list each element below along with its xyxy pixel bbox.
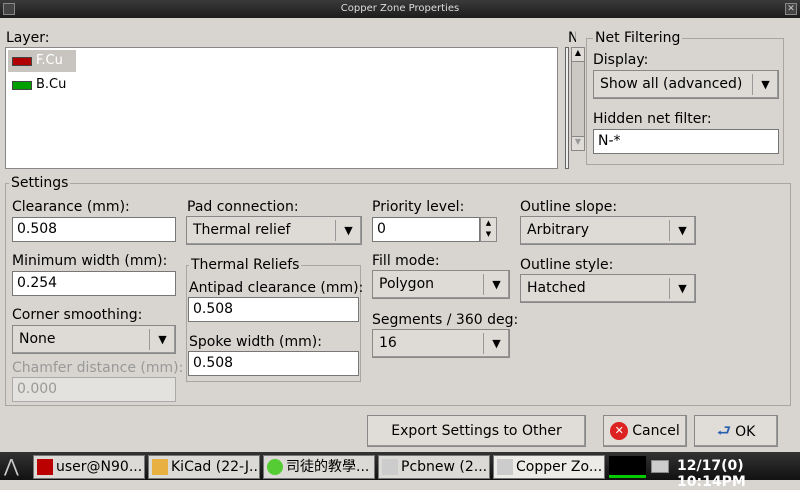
hidden-filter-label: Hidden net filter: xyxy=(593,111,712,127)
layer-item-bcu[interactable]: B.Cu xyxy=(8,74,66,96)
chevron-down-icon: ▼ xyxy=(483,274,509,295)
window-menu-button[interactable] xyxy=(3,3,15,15)
priority-spinner[interactable]: ▲ ▼ xyxy=(480,217,497,242)
net-filtering-group: Net Filtering Display: Show all (advance… xyxy=(586,30,784,165)
layer-name: F.Cu xyxy=(36,53,63,68)
scrollbar[interactable]: ▲ ▼ xyxy=(571,47,585,151)
export-settings-button[interactable]: Export Settings to Other Zones xyxy=(367,415,586,469)
layer-color-swatch xyxy=(12,81,32,90)
layer-list[interactable]: F.Cu B.Cu xyxy=(5,47,558,169)
task-label: Pcbnew (2... xyxy=(401,459,488,475)
outline-style-value: Hatched xyxy=(527,280,586,296)
antipad-input[interactable]: 0.508 xyxy=(188,297,359,322)
layer-label: Layer: xyxy=(6,30,50,46)
ok-button[interactable]: ⮐ OK xyxy=(694,415,778,447)
chevron-down-icon: ▼ xyxy=(483,333,509,354)
spoke-width-input[interactable]: 0.508 xyxy=(188,351,359,376)
ok-label: OK xyxy=(735,424,756,440)
ok-arrow-icon: ⮐ xyxy=(716,421,732,440)
layer-item-fcu[interactable]: F.Cu xyxy=(8,50,76,72)
cancel-icon: ✕ xyxy=(610,422,629,440)
pcbnew-icon xyxy=(382,459,398,475)
pad-connection-value: Thermal relief xyxy=(193,222,291,238)
pad-connection-label: Pad connection: xyxy=(187,199,299,215)
min-width-label: Minimum width (mm): xyxy=(12,253,168,269)
group-title: Net Filtering xyxy=(593,30,683,46)
task-label: user@N90... xyxy=(56,459,143,475)
kicad-icon xyxy=(152,459,168,475)
clock[interactable]: 12/17(0) 10:14PM xyxy=(677,458,800,490)
outline-slope-select[interactable]: Arbitrary ▼ xyxy=(520,216,696,245)
corner-smoothing-label: Corner smoothing: xyxy=(12,307,143,323)
corner-smoothing-select[interactable]: None ▼ xyxy=(12,325,176,354)
segments-select[interactable]: 16 ▼ xyxy=(372,329,510,358)
scroll-up-icon[interactable]: ▲ xyxy=(572,48,584,62)
window-title: Copper Zone Properties xyxy=(340,3,460,14)
outline-slope-label: Outline slope: xyxy=(520,199,618,215)
priority-label: Priority level: xyxy=(372,199,465,215)
display-select[interactable]: Show all (advanced) ▼ xyxy=(593,70,779,99)
group-title: Thermal Reliefs xyxy=(189,257,302,273)
pcbnew-icon xyxy=(497,459,513,475)
task-browser[interactable]: 司徒的教學... xyxy=(263,455,375,479)
layer-color-swatch xyxy=(12,57,32,66)
spin-down-icon[interactable]: ▼ xyxy=(481,229,496,240)
antipad-label: Antipad clearance (mm): xyxy=(189,280,364,296)
display-value: Show all (advanced) xyxy=(600,76,743,92)
chevron-down-icon: ▼ xyxy=(149,329,175,350)
fill-mode-select[interactable]: Polygon ▼ xyxy=(372,270,510,299)
layer-name: B.Cu xyxy=(36,77,67,92)
task-label: KiCad (22-J... xyxy=(171,459,260,475)
task-pcbnew[interactable]: Pcbnew (2... xyxy=(378,455,490,479)
fill-mode-value: Polygon xyxy=(379,276,435,292)
task-label: 司徒的教學... xyxy=(286,459,370,475)
spoke-width-label: Spoke width (mm): xyxy=(189,334,322,350)
cancel-label: Cancel xyxy=(632,423,680,439)
chevron-down-icon: ▼ xyxy=(752,74,778,95)
clearance-input[interactable]: 0.508 xyxy=(12,217,176,242)
task-copper-zone[interactable]: Copper Zo... xyxy=(493,455,605,479)
net-list[interactable] xyxy=(565,47,569,169)
chamfer-label: Chamfer distance (mm): xyxy=(12,360,184,376)
browser-icon xyxy=(267,459,283,475)
outline-style-select[interactable]: Hatched ▼ xyxy=(520,274,696,303)
title-bar: Copper Zone Properties xyxy=(0,0,800,18)
close-button[interactable]: ✕ xyxy=(785,3,797,15)
chamfer-input[interactable]: 0.000 xyxy=(12,377,176,402)
terminal-icon xyxy=(37,459,53,475)
cancel-button[interactable]: ✕ Cancel xyxy=(603,415,687,447)
priority-input[interactable]: 0 xyxy=(372,217,480,242)
task-label: Copper Zo... xyxy=(516,459,603,475)
task-terminal[interactable]: user@N90... xyxy=(33,455,145,479)
clearance-label: Clearance (mm): xyxy=(12,199,130,215)
corner-smoothing-value: None xyxy=(19,331,56,347)
display-label: Display: xyxy=(593,52,649,68)
spin-up-icon[interactable]: ▲ xyxy=(481,218,496,229)
outline-slope-value: Arbitrary xyxy=(527,222,589,238)
outline-style-label: Outline style: xyxy=(520,257,614,273)
chevron-down-icon: ▼ xyxy=(669,220,695,241)
net-column-header: N xyxy=(568,30,576,46)
cpu-monitor xyxy=(609,456,646,478)
min-width-input[interactable]: 0.254 xyxy=(12,271,176,296)
task-kicad[interactable]: KiCad (22-J... xyxy=(148,455,260,479)
pad-connection-select[interactable]: Thermal relief ▼ xyxy=(186,216,362,245)
chevron-down-icon: ▼ xyxy=(335,220,361,241)
segments-label: Segments / 360 deg: xyxy=(372,312,519,328)
group-title: Settings xyxy=(9,175,71,191)
scroll-down-icon[interactable]: ▼ xyxy=(572,136,584,150)
hidden-filter-input[interactable]: N-* xyxy=(593,129,779,154)
fill-mode-label: Fill mode: xyxy=(372,253,440,269)
start-menu-icon[interactable]: ⋀ xyxy=(4,456,19,477)
segments-value: 16 xyxy=(379,335,397,351)
chevron-down-icon: ▼ xyxy=(669,278,695,299)
keyboard-icon[interactable] xyxy=(651,460,669,473)
